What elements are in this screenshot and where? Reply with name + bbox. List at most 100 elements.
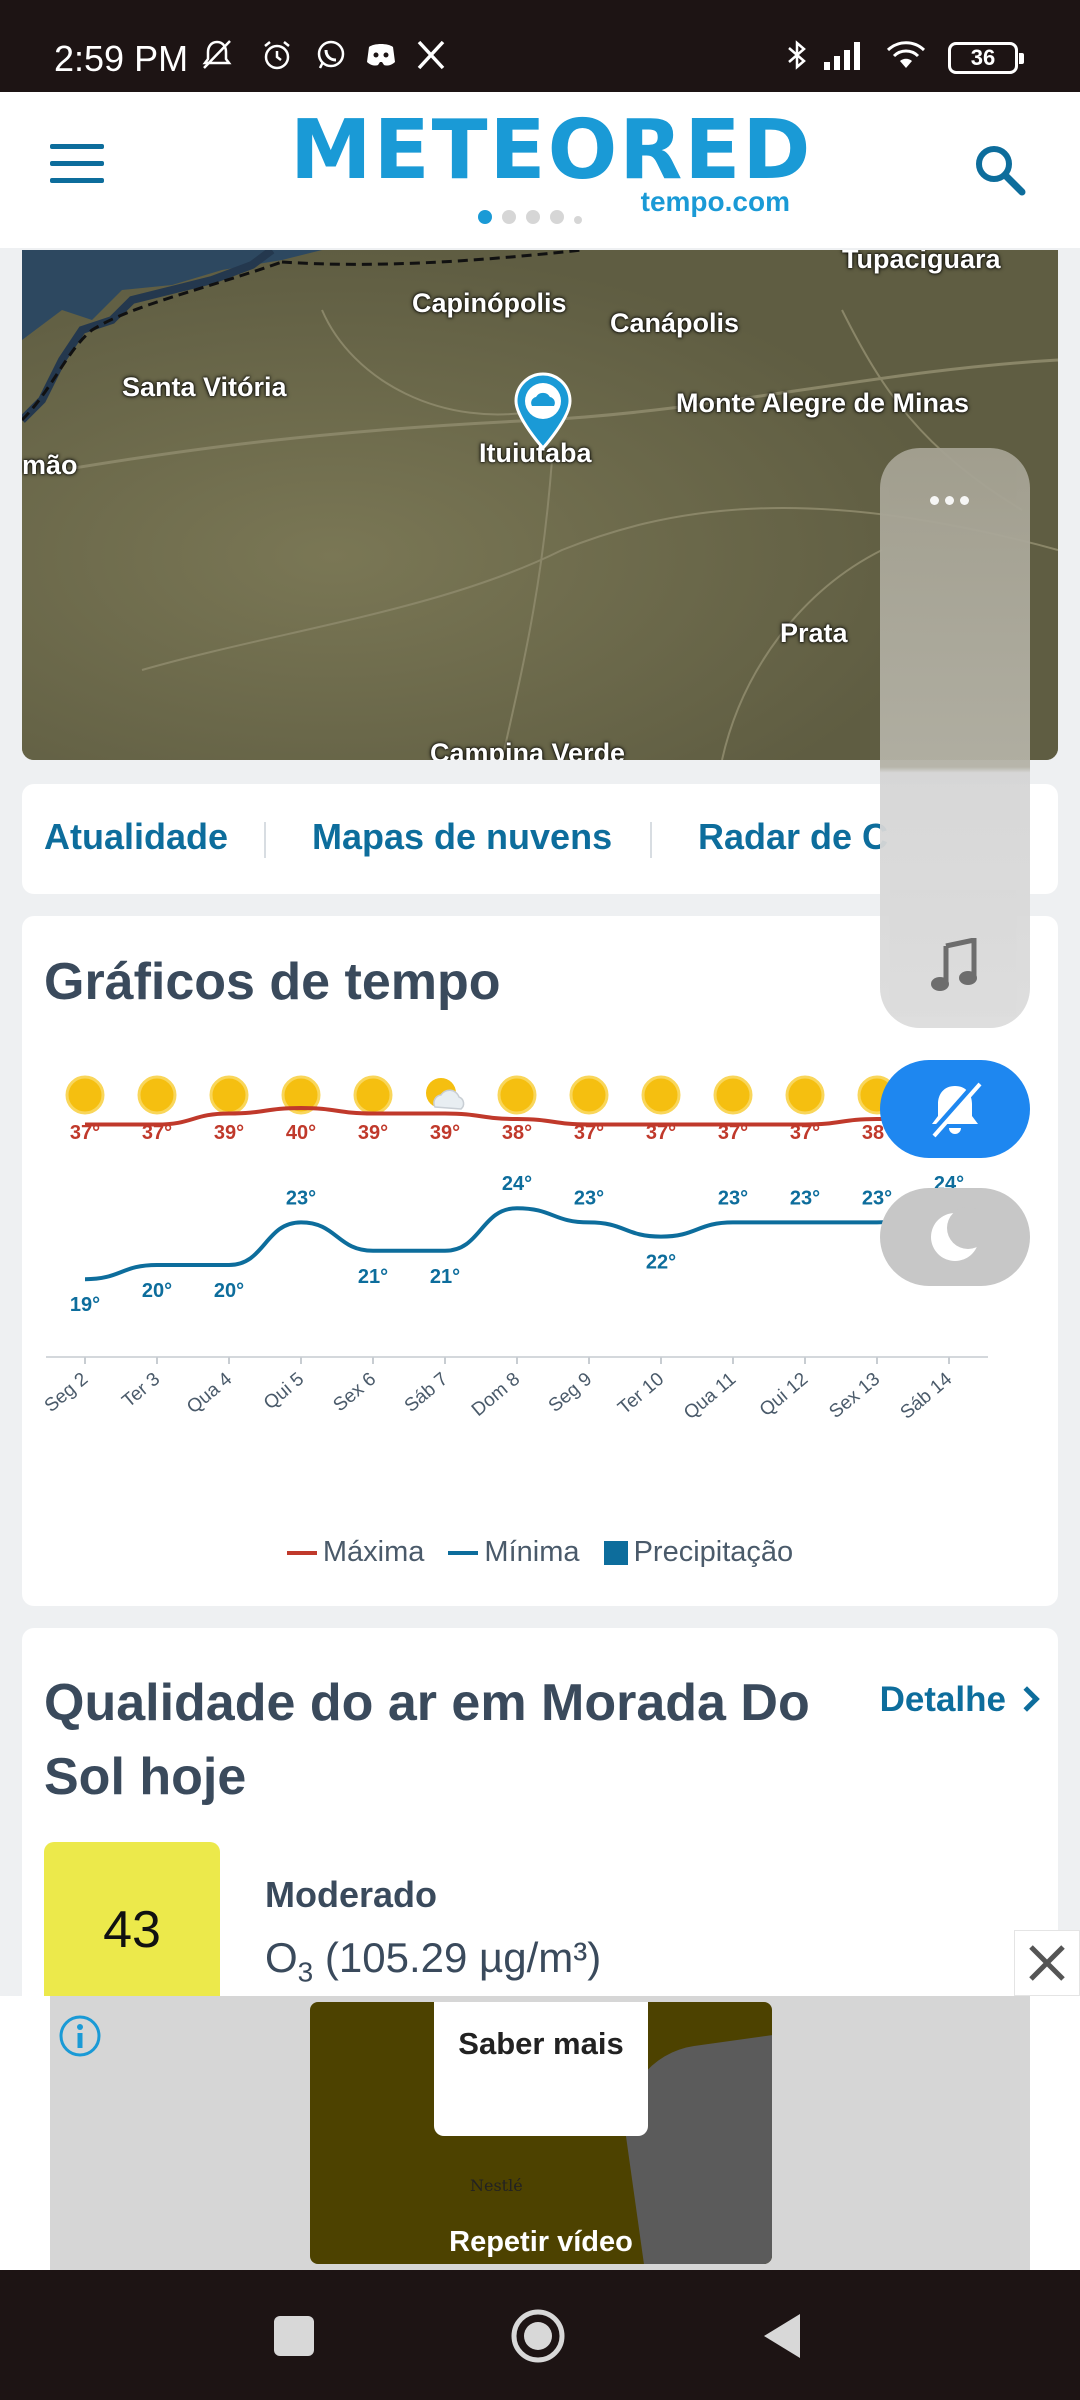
- tab-mapas-de-nuvens[interactable]: Mapas de nuvens: [312, 816, 612, 858]
- ad-banner[interactable]: Saber mais Nestlé Repetir vídeo: [0, 1996, 1080, 2270]
- ad-repeat-video[interactable]: Repetir vídeo: [310, 2226, 772, 2259]
- ad-saber-mais-button[interactable]: Saber mais: [434, 2002, 648, 2136]
- map-label: Tupaciguara: [842, 250, 1001, 274]
- max-temp-label: 39°: [430, 1122, 460, 1144]
- search-icon[interactable]: [972, 142, 1028, 198]
- air-detail-label: Detalhe: [879, 1680, 1006, 1719]
- air-quality-title: Qualidade do ar em Morada Do Sol hoje: [44, 1674, 810, 1806]
- legend-max[interactable]: Máxima: [286, 1536, 424, 1569]
- x-tick-label: Ter 3: [118, 1369, 164, 1412]
- x-tick-label: Qua 11: [680, 1369, 740, 1424]
- home-icon[interactable]: [510, 2308, 566, 2364]
- x-tick-label: Seg 9: [545, 1369, 597, 1417]
- logo-word: METEORED: [290, 103, 813, 198]
- min-temp-label: 23°: [286, 1187, 316, 1209]
- ad-close-button[interactable]: [1014, 1930, 1080, 1996]
- x-tick-label: Dom 8: [468, 1369, 524, 1421]
- x-tick-label: Qui 12: [756, 1369, 812, 1421]
- logo-subtitle: tempo.com: [640, 186, 790, 217]
- pollutant-subscript: 3: [297, 1956, 314, 1988]
- max-temp-label: 39°: [214, 1122, 244, 1144]
- map-label: Capinópolis: [412, 288, 567, 318]
- legend-precip[interactable]: Precipitação: [603, 1536, 794, 1569]
- chart-legend: Máxima Mínima Precipitação: [22, 1536, 1058, 1569]
- max-temp-label: 39°: [358, 1122, 388, 1144]
- signal-icon: [824, 42, 860, 70]
- bluetooth-icon: [788, 40, 806, 70]
- tab-divider: [650, 822, 652, 858]
- legend-min[interactable]: Mínima: [448, 1536, 580, 1569]
- tab-atualidade[interactable]: Atualidade: [44, 816, 228, 858]
- system-nav-bar: [0, 2270, 1080, 2400]
- min-temp-label: 20°: [142, 1280, 172, 1302]
- bell-off-button[interactable]: [880, 1060, 1030, 1158]
- map-label: Canápolis: [610, 308, 740, 338]
- nestle-logo: Nestlé: [470, 2176, 523, 2195]
- info-icon[interactable]: [58, 2014, 102, 2058]
- min-temp-label: 21°: [430, 1266, 460, 1288]
- map-label: Campina Verde: [430, 738, 626, 760]
- sun-icon: [713, 1075, 753, 1115]
- sun-icon: [137, 1075, 177, 1115]
- map-pin-icon[interactable]: [512, 372, 574, 450]
- music-icon[interactable]: [926, 938, 984, 994]
- battery-icon: 36: [948, 42, 1024, 74]
- max-temp-label: 37°: [646, 1122, 676, 1144]
- map-label: Prata: [780, 618, 848, 648]
- legend-precip-label: Precipitação: [633, 1536, 794, 1568]
- whatsapp-icon: [317, 40, 345, 69]
- x-icon: [417, 40, 445, 70]
- app-header: METEORED tempo.com: [0, 92, 1080, 248]
- min-temp-label: 24°: [502, 1173, 532, 1195]
- x-tick-label: Seg 2: [41, 1369, 93, 1417]
- pollutant-symbol: O: [265, 1934, 298, 1981]
- chevron-right-icon: [1014, 1686, 1040, 1712]
- chart-title: Gráficos de tempo: [44, 953, 501, 1011]
- tab-radar[interactable]: Radar de C: [698, 816, 888, 858]
- legend-max-swatch: [286, 1551, 317, 1556]
- min-temp-label: 23°: [718, 1187, 748, 1209]
- volume-panel[interactable]: [880, 448, 1030, 1028]
- max-temp-label: 37°: [574, 1122, 604, 1144]
- alarm-icon: [264, 41, 290, 70]
- aqi-pollutant: O3 (105.29 µg/m³): [265, 1934, 601, 1988]
- meteored-logo[interactable]: METEORED tempo.com: [290, 103, 813, 218]
- min-temp-label: 19°: [70, 1294, 100, 1316]
- legend-min-label: Mínima: [484, 1536, 580, 1568]
- status-bar: 2:59 PM 36: [0, 0, 1080, 92]
- more-icon[interactable]: [930, 492, 975, 510]
- min-temp-line: [84, 1206, 950, 1282]
- menu-icon[interactable]: [50, 144, 104, 184]
- sun-icon: [65, 1075, 105, 1115]
- min-temp-label: 20°: [214, 1280, 244, 1302]
- back-icon[interactable]: [756, 2308, 812, 2364]
- discord-icon: [367, 44, 395, 66]
- wifi-icon: [886, 41, 926, 68]
- max-temp-label: 38°: [502, 1122, 532, 1144]
- aqi-level: Moderado: [265, 1874, 438, 1915]
- moon-icon: [931, 1207, 989, 1261]
- map-label: mão: [22, 450, 78, 480]
- min-temp-label: 23°: [790, 1187, 820, 1209]
- status-time: 2:59 PM: [54, 38, 189, 79]
- tab-divider: [264, 822, 266, 858]
- aqi-value: 43: [44, 1842, 220, 2018]
- x-tick-label: Qua 4: [183, 1368, 236, 1418]
- ad-area: Saber mais Nestlé Repetir vídeo: [50, 1996, 1030, 2270]
- max-temp-label: 37°: [790, 1122, 820, 1144]
- sun-icon: [785, 1075, 825, 1115]
- do-not-disturb-button[interactable]: [880, 1188, 1030, 1286]
- page-indicator: [478, 210, 592, 229]
- legend-min-swatch: [448, 1551, 479, 1556]
- x-tick-label: Sáb 14: [897, 1368, 957, 1423]
- recents-icon[interactable]: [266, 2308, 322, 2364]
- x-tick-label: Sex 6: [329, 1369, 380, 1416]
- min-temp-label: 21°: [358, 1266, 388, 1288]
- x-tick-label: Sáb 7: [401, 1369, 453, 1417]
- min-temp-label: 22°: [646, 1252, 676, 1274]
- min-temp-label: 23°: [574, 1187, 604, 1209]
- air-detail-link[interactable]: Detalhe: [879, 1680, 1040, 1720]
- map-label: Santa Vitória: [122, 372, 287, 402]
- close-icon: [1029, 1945, 1065, 1981]
- x-tick-label: Sex 13: [825, 1369, 884, 1423]
